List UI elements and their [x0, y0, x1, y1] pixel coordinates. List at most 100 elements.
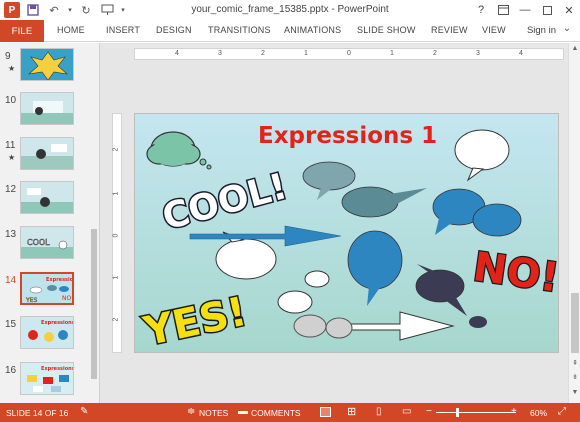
no-expression[interactable]: NO!: [469, 243, 559, 303]
speech-bubble-white-top[interactable]: [454, 129, 510, 182]
maximize-icon[interactable]: [536, 0, 558, 20]
ribbon-tabs: FILE HOME INSERT DESIGN TRANSITIONS ANIM…: [0, 20, 580, 42]
notes-button[interactable]: NOTES: [199, 408, 228, 418]
animation-star-icon: ★: [8, 64, 16, 73]
svg-text:COOL: COOL: [27, 238, 50, 247]
thumbnail-image: Expressions YES NO: [20, 272, 74, 305]
ruler-label: 3: [218, 50, 222, 57]
scroll-down-icon[interactable]: ▼: [570, 389, 580, 396]
slide-canvas: Expressions 1 COOL! YES! NO!: [138, 123, 559, 353]
yes-expression[interactable]: YES!: [138, 287, 253, 353]
ruler-label: 1: [304, 50, 308, 57]
thumbnail-number: 9: [5, 51, 11, 62]
speech-bubble-blue-round[interactable]: [347, 230, 403, 306]
svg-text:YES: YES: [25, 297, 37, 304]
zoom-level[interactable]: 60%: [530, 408, 547, 418]
slide-thumbnail-pane: 9 ★ 10 11 ★ 12 13 COOL 14 Expressio YES …: [0, 43, 100, 403]
slide-show-icon[interactable]: ▭: [402, 406, 411, 417]
cool-word: COOL!: [158, 166, 291, 238]
no-word: NO!: [470, 244, 559, 301]
help-button[interactable]: ?: [470, 0, 492, 20]
ribbon-expand-icon[interactable]: ⌄: [560, 23, 574, 37]
thumbnail-slide-11[interactable]: 11 ★: [0, 136, 90, 176]
cool-expression[interactable]: COOL!: [157, 165, 293, 240]
reading-view-icon[interactable]: ▯: [376, 406, 382, 417]
close-icon[interactable]: ✕: [558, 0, 580, 20]
ruler-label: 2: [112, 147, 120, 152]
ruler-label: 4: [519, 50, 523, 57]
tab-design[interactable]: DESIGN: [156, 25, 192, 35]
tab-transitions[interactable]: TRANSITIONS: [208, 25, 271, 35]
spell-check-icon[interactable]: ✎: [80, 406, 88, 417]
fit-to-window-icon[interactable]: ⤢: [558, 406, 566, 417]
horizontal-ruler[interactable]: 4 3 2 1 0 1 2 3 4: [134, 48, 564, 60]
thumbnail-number: 12: [5, 184, 17, 195]
arrow-blue[interactable]: [189, 225, 342, 247]
thumbnail-image: [20, 48, 74, 81]
thumbnail-image: Expressions: [20, 362, 74, 395]
tab-review[interactable]: REVIEW: [431, 25, 468, 35]
thumbnail-number: 10: [5, 95, 17, 106]
zoom-in-icon[interactable]: +: [511, 406, 517, 417]
thumbnail-scrollbar[interactable]: [89, 43, 99, 403]
powerpoint-window: P ↶ ▾ ↻ ▾ your_comic_frame_15385.pptx - …: [0, 0, 580, 422]
normal-view-icon[interactable]: [320, 407, 331, 417]
comments-button[interactable]: COMMENTS: [251, 408, 301, 418]
tab-animations[interactable]: ANIMATIONS: [284, 25, 341, 35]
zoom-slider-knob[interactable]: [456, 408, 459, 417]
notes-icon[interactable]: ≑: [187, 406, 195, 417]
tab-view[interactable]: VIEW: [482, 25, 506, 35]
slide-sorter-icon[interactable]: ⊞: [347, 405, 356, 418]
zoom-out-icon[interactable]: −: [426, 406, 432, 417]
tab-file[interactable]: FILE: [0, 20, 44, 42]
thumbnail-slide-10[interactable]: 10: [0, 91, 90, 131]
speech-bubble-blue-double[interactable]: [432, 188, 522, 237]
current-slide[interactable]: Expressions 1 COOL! YES! NO!: [134, 113, 559, 353]
ruler-label: 2: [112, 317, 120, 322]
next-slide-icon[interactable]: ⇟: [570, 373, 580, 381]
speech-bubble-teal[interactable]: [341, 186, 427, 218]
ruler-label: 0: [347, 50, 351, 57]
thumbnail-number: 16: [5, 365, 17, 376]
svg-text:Expressions: Expressions: [41, 366, 74, 372]
ruler-label: 4: [175, 50, 179, 57]
status-bar: SLIDE 14 OF 16 ✎ ≑ NOTES ▬ COMMENTS ⊞ ▯ …: [0, 403, 580, 422]
thought-bubble-white[interactable]: [277, 270, 330, 314]
ruler-label: 0: [112, 233, 120, 238]
cloud-bubble[interactable]: [146, 131, 212, 170]
thumbnail-slide-9[interactable]: 9 ★: [0, 47, 90, 87]
thumbnail-slide-13[interactable]: 13 COOL: [0, 225, 90, 265]
ribbon-display-options-icon[interactable]: [492, 0, 514, 20]
thumbnail-slide-15[interactable]: 15 Expressions: [0, 315, 90, 355]
thumbnail-image: [20, 137, 74, 170]
minimize-icon[interactable]: —: [514, 0, 536, 20]
thumbnail-slide-16[interactable]: 16 Expressions: [0, 361, 90, 401]
vertical-ruler[interactable]: 2 1 0 1 2: [112, 113, 122, 353]
editor-scrollbar[interactable]: ▲ ⇞ ⇟ ▼: [568, 43, 580, 403]
arrow-white[interactable]: [293, 311, 455, 341]
ruler-label: 3: [476, 50, 480, 57]
slide-counter: SLIDE 14 OF 16: [6, 408, 69, 418]
tab-home[interactable]: HOME: [57, 25, 85, 35]
thumbnail-image: [20, 92, 74, 125]
tab-insert[interactable]: INSERT: [106, 25, 140, 35]
previous-slide-icon[interactable]: ⇞: [570, 359, 580, 367]
scroll-up-icon[interactable]: ▲: [570, 45, 580, 52]
editor-scrollbar-thumb[interactable]: [571, 293, 579, 353]
thumbnail-number: 13: [5, 229, 17, 240]
tab-slide-show[interactable]: SLIDE SHOW: [357, 25, 416, 35]
ruler-label: 2: [261, 50, 265, 57]
sign-in-link[interactable]: Sign in: [527, 25, 556, 36]
ruler-label: 1: [390, 50, 394, 57]
thumbnail-scrollbar-thumb[interactable]: [91, 229, 97, 379]
thumbnail-image: COOL: [20, 226, 74, 259]
thumbnail-slide-14[interactable]: 14 Expressions YES NO: [0, 271, 90, 311]
svg-text:Expressions: Expressions: [46, 277, 74, 283]
slide-title[interactable]: Expressions 1: [258, 123, 437, 149]
ruler-label: 1: [112, 191, 120, 196]
zoom-slider[interactable]: [436, 412, 516, 413]
yes-word: YES!: [139, 289, 251, 353]
comments-icon[interactable]: ▬: [238, 406, 248, 417]
thumbnail-slide-12[interactable]: 12: [0, 180, 90, 220]
thumbnail-number: 15: [5, 319, 17, 330]
